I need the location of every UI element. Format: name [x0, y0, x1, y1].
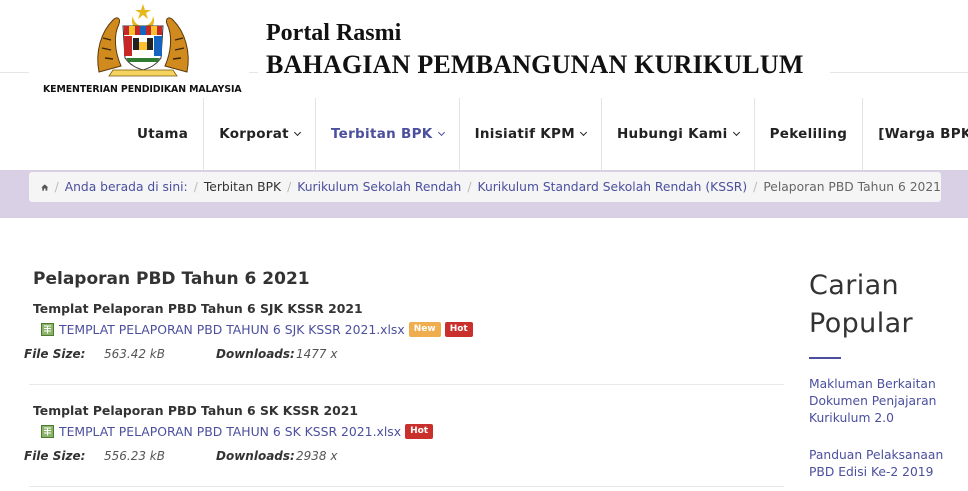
nav-item-warga-bpk[interactable]: [Warga BPK]: [863, 98, 968, 170]
hot-badge: Hot: [405, 424, 434, 439]
document-divider: [29, 486, 784, 487]
portal-title-line1: Portal Rasmi: [266, 20, 402, 46]
downloads-label: Downloads:: [216, 347, 295, 361]
document-link-row: TEMPLAT PELAPORAN PBD TAHUN 6 SJK KSSR 2…: [41, 322, 473, 337]
ministry-logo[interactable]: KEMENTERIAN PENDIDIKAN MALAYSIA: [29, 0, 249, 98]
nav-item-inisiatif-kpm[interactable]: Inisiatif KPM: [460, 98, 602, 170]
document-download-link[interactable]: TEMPLAT PELAPORAN PBD TAHUN 6 SJK KSSR 2…: [59, 322, 405, 337]
breadcrumb-separator: /: [753, 180, 758, 194]
downloads-value-box: 2938 x: [296, 449, 337, 463]
home-icon[interactable]: [41, 182, 49, 193]
breadcrumb-separator: /: [54, 180, 59, 194]
downloads-value: 2938 x: [296, 449, 338, 463]
breadcrumb-current: Pelaporan PBD Tahun 6 2021: [763, 180, 941, 194]
downloads-label: Downloads:: [216, 449, 295, 463]
nav-label: Korporat: [219, 126, 289, 142]
coat-of-arms-icon: [97, 4, 189, 77]
file-size-value-box: 556.23 kB: [104, 449, 165, 463]
document-item: Templat Pelaporan PBD Tahun 6 SK KSSR 20…: [24, 403, 784, 483]
breadcrumb-terbitan-bpk: Terbitan BPK: [203, 180, 282, 194]
nav-label: Inisiatif KPM: [474, 126, 575, 142]
document-item: Templat Pelaporan PBD Tahun 6 SJK KSSR 2…: [24, 301, 784, 381]
document-download-link[interactable]: TEMPLAT PELAPORAN PBD TAHUN 6 SK KSSR 20…: [59, 424, 401, 439]
breadcrumb: / Anda berada di sini: / Terbitan BPK / …: [29, 172, 941, 202]
new-badge: New: [408, 322, 441, 337]
portal-title-box: Portal Rasmi BAHAGIAN PEMBANGUNAN KURIKU…: [258, 14, 830, 80]
document-link-row: TEMPLAT PELAPORAN PBD TAHUN 6 SK KSSR 20…: [41, 424, 434, 439]
nav-label: Hubungi Kami: [616, 126, 728, 142]
breadcrumb-separator: /: [467, 180, 472, 194]
file-size: File Size:: [24, 347, 85, 361]
nav-label: [Warga BPK]: [878, 126, 968, 142]
page-title: Pelaporan PBD Tahun 6 2021: [33, 269, 310, 289]
ministry-name: KEMENTERIAN PENDIDIKAN MALAYSIA: [43, 84, 242, 95]
breadcrumb-separator: /: [193, 180, 198, 194]
site-header: KEMENTERIAN PENDIDIKAN MALAYSIA Portal R…: [0, 0, 968, 98]
sidebar-title-rule: [809, 357, 841, 359]
file-size-label: File Size:: [24, 347, 86, 361]
downloads: Downloads:: [216, 347, 295, 361]
breadcrumb-separator: /: [287, 180, 292, 194]
hot-badge: Hot: [444, 322, 473, 337]
xlsx-file-icon: [41, 425, 54, 438]
breadcrumb-intro: Anda berada di sini:: [64, 180, 188, 194]
portal-title-line2: BAHAGIAN PEMBANGUNAN KURIKULUM: [266, 50, 804, 79]
nav-item-pekeliling[interactable]: Pekeliling: [755, 98, 864, 170]
file-size: File Size:: [24, 449, 85, 463]
downloads: Downloads:: [216, 449, 295, 463]
breadcrumb-kssr[interactable]: Kurikulum Standard Sekolah Rendah (KSSR): [478, 180, 748, 194]
nav-item-korporat[interactable]: Korporat: [204, 98, 316, 170]
document-title: Templat Pelaporan PBD Tahun 6 SK KSSR 20…: [33, 403, 359, 418]
chevron-down-icon: [293, 128, 301, 136]
document-divider: [29, 384, 784, 385]
downloads-value: 1477 x: [296, 347, 338, 361]
nav-label: Utama: [137, 126, 189, 142]
downloads-value-box: 1477 x: [296, 347, 337, 361]
nav-label: Terbitan BPK: [330, 126, 433, 142]
nav-item-terbitan-bpk[interactable]: Terbitan BPK: [316, 98, 460, 170]
sidebar-title: Carian Popular: [809, 270, 914, 339]
nav-item-utama[interactable]: Utama: [122, 98, 205, 170]
main-nav: Utama Korporat Terbitan BPK Inisiatif KP…: [122, 98, 968, 170]
chevron-down-icon: [437, 128, 445, 136]
popular-link[interactable]: Makluman Berkaitan Dokumen Penjajaran Ku…: [809, 376, 959, 427]
file-size-label: File Size:: [24, 449, 86, 463]
chevron-down-icon: [579, 128, 587, 136]
nav-item-hubungi-kami[interactable]: Hubungi Kami: [602, 98, 755, 170]
file-size-value-box: 563.42 kB: [104, 347, 165, 361]
file-size-value: 556.23 kB: [104, 449, 165, 463]
chevron-down-icon: [732, 128, 740, 136]
file-size-value: 563.42 kB: [104, 347, 165, 361]
nav-label: Pekeliling: [769, 126, 848, 142]
xlsx-file-icon: [41, 323, 54, 336]
breadcrumb-kurikulum-sekolah-rendah[interactable]: Kurikulum Sekolah Rendah: [297, 180, 461, 194]
popular-link[interactable]: Panduan Pelaksanaan PBD Edisi Ke-2 2019: [809, 447, 959, 481]
document-title: Templat Pelaporan PBD Tahun 6 SJK KSSR 2…: [33, 301, 363, 316]
